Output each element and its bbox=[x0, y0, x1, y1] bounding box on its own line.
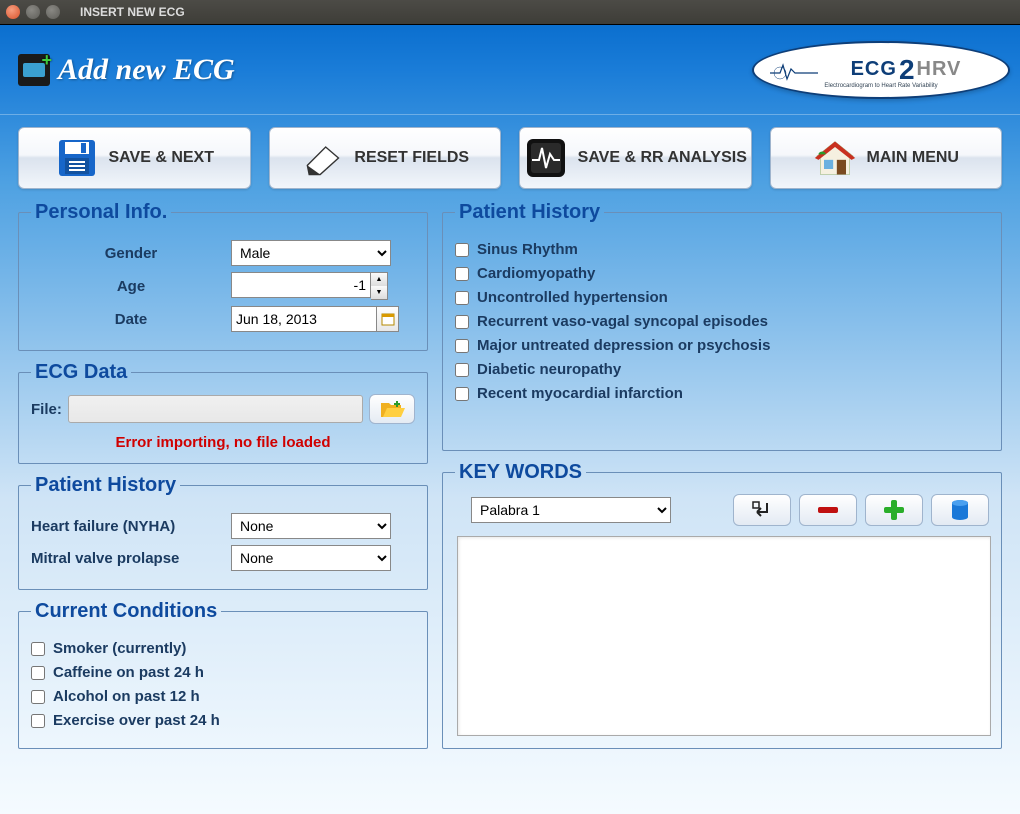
gender-label: Gender bbox=[31, 245, 231, 262]
condition-caffeine[interactable]: Caffeine on past 24 h bbox=[31, 664, 415, 681]
personal-info-group: Personal Info. Gender Male Age ▲ ▼ bbox=[18, 201, 428, 351]
age-increment-button[interactable]: ▲ bbox=[371, 273, 387, 286]
window-minimize-button[interactable] bbox=[26, 5, 40, 19]
keywords-group: KEY WORDS Palabra 1 bbox=[442, 461, 1002, 749]
app-logo: ECG 2 HRV Electrocardiogram to Heart Rat… bbox=[752, 41, 1010, 99]
database-icon bbox=[950, 499, 970, 521]
window-titlebar: INSERT NEW ECG bbox=[0, 0, 1020, 24]
patient-history-left-legend: Patient History bbox=[31, 474, 180, 497]
age-decrement-button[interactable]: ▼ bbox=[371, 286, 387, 299]
app-window: Add new ECG ECG 2 HRV Electrocardiogram … bbox=[0, 24, 1020, 814]
condition-alcohol[interactable]: Alcohol on past 12 h bbox=[31, 688, 415, 705]
heart-failure-select[interactable]: None bbox=[231, 513, 391, 539]
plus-icon bbox=[882, 498, 906, 522]
window-title: INSERT NEW ECG bbox=[80, 5, 185, 19]
page-title: Add new ECG bbox=[58, 53, 235, 87]
history-depression[interactable]: Major untreated depression or psychosis bbox=[455, 337, 989, 354]
enter-icon bbox=[751, 500, 773, 520]
keywords-textarea[interactable] bbox=[457, 536, 991, 736]
add-ecg-icon bbox=[18, 54, 50, 86]
keywords-legend: KEY WORDS bbox=[455, 461, 586, 484]
calendar-icon bbox=[381, 312, 395, 326]
history-sinus-rhythm[interactable]: Sinus Rhythm bbox=[455, 241, 989, 258]
date-field[interactable] bbox=[231, 306, 377, 332]
minus-icon bbox=[816, 505, 840, 515]
condition-exercise-checkbox[interactable] bbox=[31, 714, 45, 728]
current-conditions-group: Current Conditions Smoker (currently) Ca… bbox=[18, 600, 428, 749]
keyword-database-button[interactable] bbox=[931, 494, 989, 526]
age-label: Age bbox=[31, 278, 231, 295]
history-infarction[interactable]: Recent myocardial infarction bbox=[455, 385, 989, 402]
ecg-pulse-icon bbox=[770, 61, 818, 81]
reset-fields-button[interactable]: RESET FIELDS bbox=[269, 127, 502, 189]
condition-caffeine-checkbox[interactable] bbox=[31, 666, 45, 680]
patient-history-right-legend: Patient History bbox=[455, 201, 604, 224]
app-header: Add new ECG ECG 2 HRV Electrocardiogram … bbox=[0, 25, 1020, 115]
ecg-data-legend: ECG Data bbox=[31, 361, 131, 384]
save-next-button[interactable]: SAVE & NEXT bbox=[18, 127, 251, 189]
keyword-select[interactable]: Palabra 1 bbox=[471, 497, 671, 523]
main-menu-button[interactable]: MAIN MENU bbox=[770, 127, 1003, 189]
file-error-message: Error importing, no file loaded bbox=[31, 434, 415, 451]
history-syncopal[interactable]: Recurrent vaso-vagal syncopal episodes bbox=[455, 313, 989, 330]
heart-failure-label: Heart failure (NYHA) bbox=[31, 518, 231, 535]
mitral-valve-label: Mitral valve prolapse bbox=[31, 550, 231, 567]
eraser-icon bbox=[300, 136, 344, 180]
window-close-button[interactable] bbox=[6, 5, 20, 19]
ecg-monitor-icon bbox=[524, 136, 568, 180]
patient-history-left-group: Patient History Heart failure (NYHA) Non… bbox=[18, 474, 428, 590]
condition-alcohol-checkbox[interactable] bbox=[31, 690, 45, 704]
window-maximize-button[interactable] bbox=[46, 5, 60, 19]
folder-open-icon bbox=[379, 399, 405, 419]
current-conditions-legend: Current Conditions bbox=[31, 600, 221, 623]
condition-exercise[interactable]: Exercise over past 24 h bbox=[31, 712, 415, 729]
file-browse-button[interactable] bbox=[369, 394, 415, 424]
history-cardiomyopathy[interactable]: Cardiomyopathy bbox=[455, 265, 989, 282]
mitral-valve-select[interactable]: None bbox=[231, 545, 391, 571]
history-neuropathy[interactable]: Diabetic neuropathy bbox=[455, 361, 989, 378]
toolbar: SAVE & NEXT RESET FIELDS SAVE & RR ANALY… bbox=[0, 115, 1020, 201]
file-path-field[interactable] bbox=[68, 395, 363, 423]
patient-history-right-group: Patient History Sinus Rhythm Cardiomyopa… bbox=[442, 201, 1002, 451]
condition-smoker-checkbox[interactable] bbox=[31, 642, 45, 656]
floppy-disk-icon bbox=[55, 136, 99, 180]
date-label: Date bbox=[31, 311, 231, 328]
condition-smoker[interactable]: Smoker (currently) bbox=[31, 640, 415, 657]
history-hypertension[interactable]: Uncontrolled hypertension bbox=[455, 289, 989, 306]
personal-info-legend: Personal Info. bbox=[31, 201, 171, 224]
ecg-data-group: ECG Data File: Error importing, no file … bbox=[18, 361, 428, 464]
file-label: File: bbox=[31, 401, 62, 418]
keyword-add-button[interactable] bbox=[865, 494, 923, 526]
age-field[interactable] bbox=[231, 272, 371, 298]
home-icon bbox=[813, 136, 857, 180]
gender-select[interactable]: Male bbox=[231, 240, 391, 266]
keyword-enter-button[interactable] bbox=[733, 494, 791, 526]
keyword-remove-button[interactable] bbox=[799, 494, 857, 526]
save-rr-analysis-button[interactable]: SAVE & RR ANALYSIS bbox=[519, 127, 752, 189]
date-picker-button[interactable] bbox=[377, 306, 399, 332]
